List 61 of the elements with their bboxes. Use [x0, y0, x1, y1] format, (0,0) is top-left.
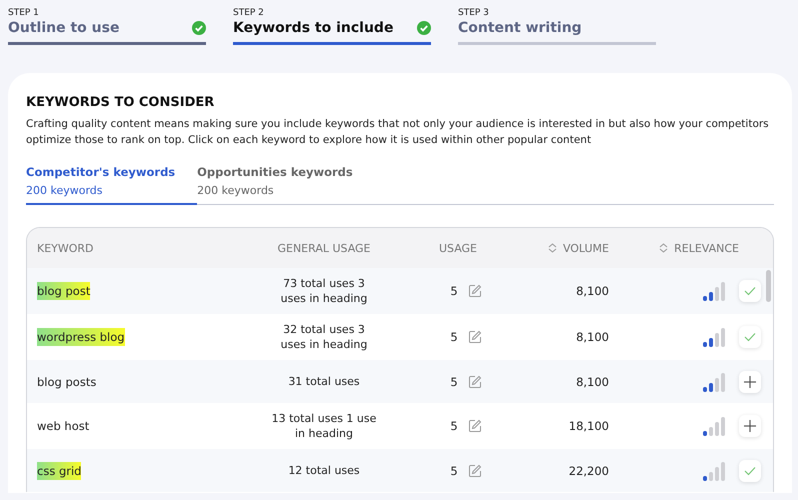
check-circle-icon — [417, 21, 431, 35]
added-button[interactable] — [739, 460, 761, 482]
edit-icon[interactable] — [468, 284, 482, 298]
keyword-row[interactable]: css grid 12 total uses 5 22,200 — [27, 449, 773, 492]
edit-icon[interactable] — [468, 374, 482, 388]
relevance-meter — [703, 327, 725, 347]
general-usage-text: 13 total uses 1 use in heading — [270, 411, 378, 441]
keyword-text: css grid — [37, 462, 82, 480]
step-title[interactable]: Content writing — [458, 20, 582, 36]
check-icon — [744, 286, 756, 296]
column-header[interactable]: RELEVANCE — [659, 242, 739, 254]
usage-count: 5 — [450, 374, 458, 388]
edit-icon[interactable] — [468, 464, 482, 478]
general-usage-text: 31 total uses — [287, 374, 361, 389]
relevance-meter — [703, 372, 725, 392]
step-title[interactable]: Outline to use — [8, 20, 120, 36]
section-title: KEYWORDS TO CONSIDER — [26, 95, 214, 110]
step-label: STEP 1 — [8, 8, 39, 18]
column-header: KEYWORD — [37, 242, 94, 254]
check-circle-icon — [192, 21, 206, 35]
keyword-text: wordpress blog — [37, 328, 125, 346]
step-label: STEP 2 — [233, 8, 264, 18]
usage-count: 5 — [450, 284, 458, 298]
step-label: STEP 3 — [458, 8, 489, 18]
section-description: Crafting quality content means making sure you include keywords that not only your audience is interested in but also how your competitors optimize those to rank on top. Click on each keyword to explore how it is used within other popular content — [26, 117, 770, 148]
volume-value: 8,100 — [576, 330, 609, 344]
check-icon — [744, 466, 756, 476]
keyword-row[interactable]: blog posts 31 total uses 5 8,100 — [27, 360, 773, 403]
check-icon — [744, 332, 756, 342]
edit-icon[interactable] — [468, 419, 482, 433]
scrollbar-thumb[interactable] — [766, 270, 771, 302]
usage-count: 5 — [450, 330, 458, 344]
keywords-tab[interactable]: Opportunities keywords 200 keywords — [197, 165, 375, 205]
add-button[interactable] — [739, 370, 761, 392]
step-title[interactable]: Keywords to include — [233, 20, 394, 36]
volume-value: 8,100 — [576, 284, 609, 298]
add-button[interactable] — [739, 415, 761, 437]
relevance-meter — [703, 281, 725, 301]
volume-value: 8,100 — [576, 374, 609, 388]
plus-icon — [744, 376, 756, 388]
relevance-meter — [703, 460, 725, 480]
general-usage-text: 73 total uses 3 uses in heading — [280, 276, 368, 306]
relevance-meter — [703, 416, 725, 436]
keywords-tab[interactable]: Competitor's keywords 200 keywords — [26, 165, 198, 205]
usage-count: 5 — [450, 464, 458, 478]
volume-value: 22,200 — [568, 464, 609, 478]
keyword-text: blog posts — [37, 374, 96, 390]
column-header[interactable]: VOLUME — [548, 242, 609, 254]
column-header: GENERAL USAGE — [277, 242, 371, 254]
column-header: USAGE — [438, 242, 478, 254]
sort-icon[interactable] — [548, 243, 557, 253]
edit-icon[interactable] — [468, 330, 482, 344]
keyword-text: web host — [37, 418, 90, 435]
added-button[interactable] — [739, 326, 761, 348]
sort-icon[interactable] — [659, 243, 668, 253]
added-button[interactable] — [739, 280, 761, 302]
usage-count: 5 — [450, 419, 458, 433]
plus-icon — [744, 420, 756, 432]
general-usage-text: 32 total uses 3 uses in heading — [280, 322, 368, 352]
general-usage-text: 12 total uses — [287, 463, 361, 478]
volume-value: 18,100 — [568, 419, 609, 433]
